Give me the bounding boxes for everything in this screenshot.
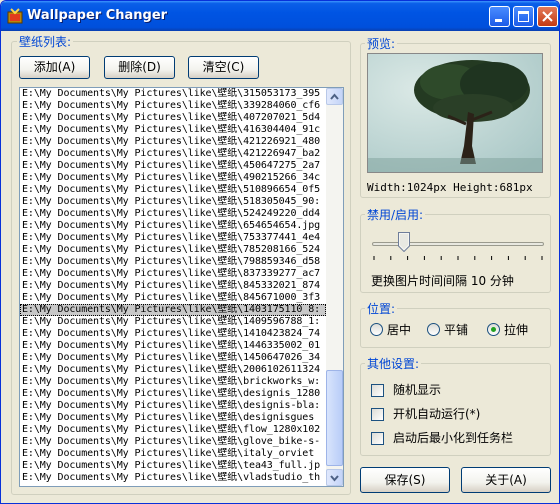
about-button[interactable]: 关于(A)	[461, 467, 551, 493]
list-item[interactable]: E:\My Documents\My Pictures\like\壁纸\3150…	[20, 88, 326, 100]
list-item[interactable]: E:\My Documents\My Pictures\like\壁纸\4212…	[20, 136, 326, 148]
minimize-button[interactable]	[489, 6, 510, 27]
autostart-checkbox[interactable]	[371, 408, 384, 421]
save-button[interactable]: 保存(S)	[360, 467, 450, 493]
add-button[interactable]: 添加(A)	[19, 56, 90, 79]
list-item[interactable]: E:\My Documents\My Pictures\like\壁纸\1409…	[20, 316, 326, 328]
interval-text: 更换图片时间间隔 10 分钟	[371, 274, 514, 288]
close-button[interactable]	[537, 6, 558, 27]
interval-slider-thumb[interactable]	[397, 232, 410, 252]
app-icon	[7, 8, 23, 24]
random-display-checkbox[interactable]	[371, 384, 384, 397]
list-item[interactable]: E:\My Documents\My Pictures\like\壁纸\3392…	[20, 100, 326, 112]
image-dimensions: Width:1024px Height:681px	[367, 181, 533, 194]
list-item[interactable]: E:\My Documents\My Pictures\like\壁纸\1446…	[20, 340, 326, 352]
maximize-button[interactable]	[513, 6, 534, 27]
preview-label: 预览:	[365, 37, 398, 51]
title-bar[interactable]: Wallpaper Changer	[1, 1, 559, 31]
wallpaper-list-label: 壁纸列表:	[17, 35, 74, 49]
wallpaper-rows: E:\My Documents\My Pictures\like\壁纸\3150…	[20, 88, 326, 484]
radio-stretch-label: 拉伸	[504, 323, 529, 337]
list-item[interactable]: E:\My Documents\My Pictures\like\壁纸\8453…	[20, 280, 326, 292]
list-item[interactable]: E:\My Documents\My Pictures\like\壁纸\5242…	[20, 208, 326, 220]
list-item[interactable]: E:\My Documents\My Pictures\like\壁纸\4072…	[20, 112, 326, 124]
list-item[interactable]: E:\My Documents\My Pictures\like\壁纸\4212…	[20, 148, 326, 160]
minimize-to-tray-checkbox[interactable]	[371, 432, 384, 445]
other-settings-label: 其他设置:	[365, 357, 422, 371]
vertical-scrollbar[interactable]	[326, 88, 343, 486]
wallpaper-list[interactable]: E:\My Documents\My Pictures\like\壁纸\3150…	[19, 87, 344, 487]
list-item[interactable]: E:\My Documents\My Pictures\like\壁纸\6546…	[20, 220, 326, 232]
chevron-up-icon	[330, 93, 339, 100]
list-item[interactable]: E:\My Documents\My Pictures\like\壁纸\bric…	[20, 376, 326, 388]
chevron-down-icon	[330, 475, 339, 482]
list-item[interactable]: E:\My Documents\My Pictures\like\壁纸\5108…	[20, 184, 326, 196]
autostart-label: 开机自动运行(*)	[393, 407, 481, 421]
radio-selected-dot	[491, 327, 496, 332]
list-item[interactable]: E:\My Documents\My Pictures\like\壁纸\tea4…	[20, 460, 326, 472]
random-display-label: 随机显示	[393, 383, 442, 397]
list-item[interactable]: E:\My Documents\My Pictures\like\壁纸\8456…	[20, 292, 326, 304]
wallpaper-preview-image	[367, 53, 543, 173]
delete-button[interactable]: 删除(D)	[104, 56, 175, 79]
minimize-icon	[495, 19, 502, 22]
minimize-to-tray-label: 启动后最小化到任务栏	[393, 431, 514, 445]
list-item[interactable]: E:\My Documents\My Pictures\like\壁纸\7852…	[20, 244, 326, 256]
clear-button[interactable]: 清空(C)	[188, 56, 259, 79]
list-item[interactable]: E:\My Documents\My Pictures\like\壁纸\1450…	[20, 352, 326, 364]
radio-tile-circle[interactable]	[427, 323, 440, 336]
radio-stretch-circle[interactable]	[487, 323, 500, 336]
maximize-icon	[518, 11, 529, 22]
list-item[interactable]: E:\My Documents\My Pictures\like\壁纸\ital…	[20, 448, 326, 460]
list-item[interactable]: E:\My Documents\My Pictures\like\壁纸\5183…	[20, 196, 326, 208]
scroll-down-button[interactable]	[326, 469, 343, 486]
list-item[interactable]: E:\My Documents\My Pictures\like\壁纸\desi…	[20, 400, 326, 412]
scroll-thumb[interactable]	[326, 370, 343, 466]
list-item[interactable]: E:\My Documents\My Pictures\like\壁纸\8373…	[20, 268, 326, 280]
list-item[interactable]: E:\My Documents\My Pictures\like\壁纸\desi…	[20, 412, 326, 424]
radio-center-circle[interactable]	[370, 323, 383, 336]
radio-center-label: 居中	[387, 323, 412, 337]
window-title: Wallpaper Changer	[27, 8, 168, 23]
list-item[interactable]: E:\My Documents\My Pictures\like\壁纸\flow…	[20, 424, 326, 436]
list-item[interactable]: E:\My Documents\My Pictures\like\壁纸\vlad…	[20, 472, 326, 484]
list-item[interactable]: E:\My Documents\My Pictures\like\壁纸\1403…	[20, 304, 326, 316]
slider-ticks	[373, 256, 543, 260]
scroll-up-button[interactable]	[326, 88, 343, 105]
list-item[interactable]: E:\My Documents\My Pictures\like\壁纸\glov…	[20, 436, 326, 448]
radio-tile-label: 平铺	[444, 323, 469, 337]
list-item[interactable]: E:\My Documents\My Pictures\like\壁纸\1410…	[20, 328, 326, 340]
list-item[interactable]: E:\My Documents\My Pictures\like\壁纸\4163…	[20, 124, 326, 136]
list-item[interactable]: E:\My Documents\My Pictures\like\壁纸\2006…	[20, 364, 326, 376]
app-window: Wallpaper Changer 壁纸列表: 添加(A) 删除(D) 清空(C…	[0, 0, 560, 504]
close-icon	[542, 11, 553, 22]
list-item[interactable]: E:\My Documents\My Pictures\like\壁纸\7988…	[20, 256, 326, 268]
list-item[interactable]: E:\My Documents\My Pictures\like\壁纸\7533…	[20, 232, 326, 244]
list-item[interactable]: E:\My Documents\My Pictures\like\壁纸\desi…	[20, 388, 326, 400]
list-item[interactable]: E:\My Documents\My Pictures\like\壁纸\4902…	[20, 172, 326, 184]
enable-label: 禁用/启用:	[365, 208, 426, 222]
position-label: 位置:	[365, 302, 398, 316]
list-item[interactable]: E:\My Documents\My Pictures\like\壁纸\4506…	[20, 160, 326, 172]
tree-thumbnail	[368, 54, 542, 172]
